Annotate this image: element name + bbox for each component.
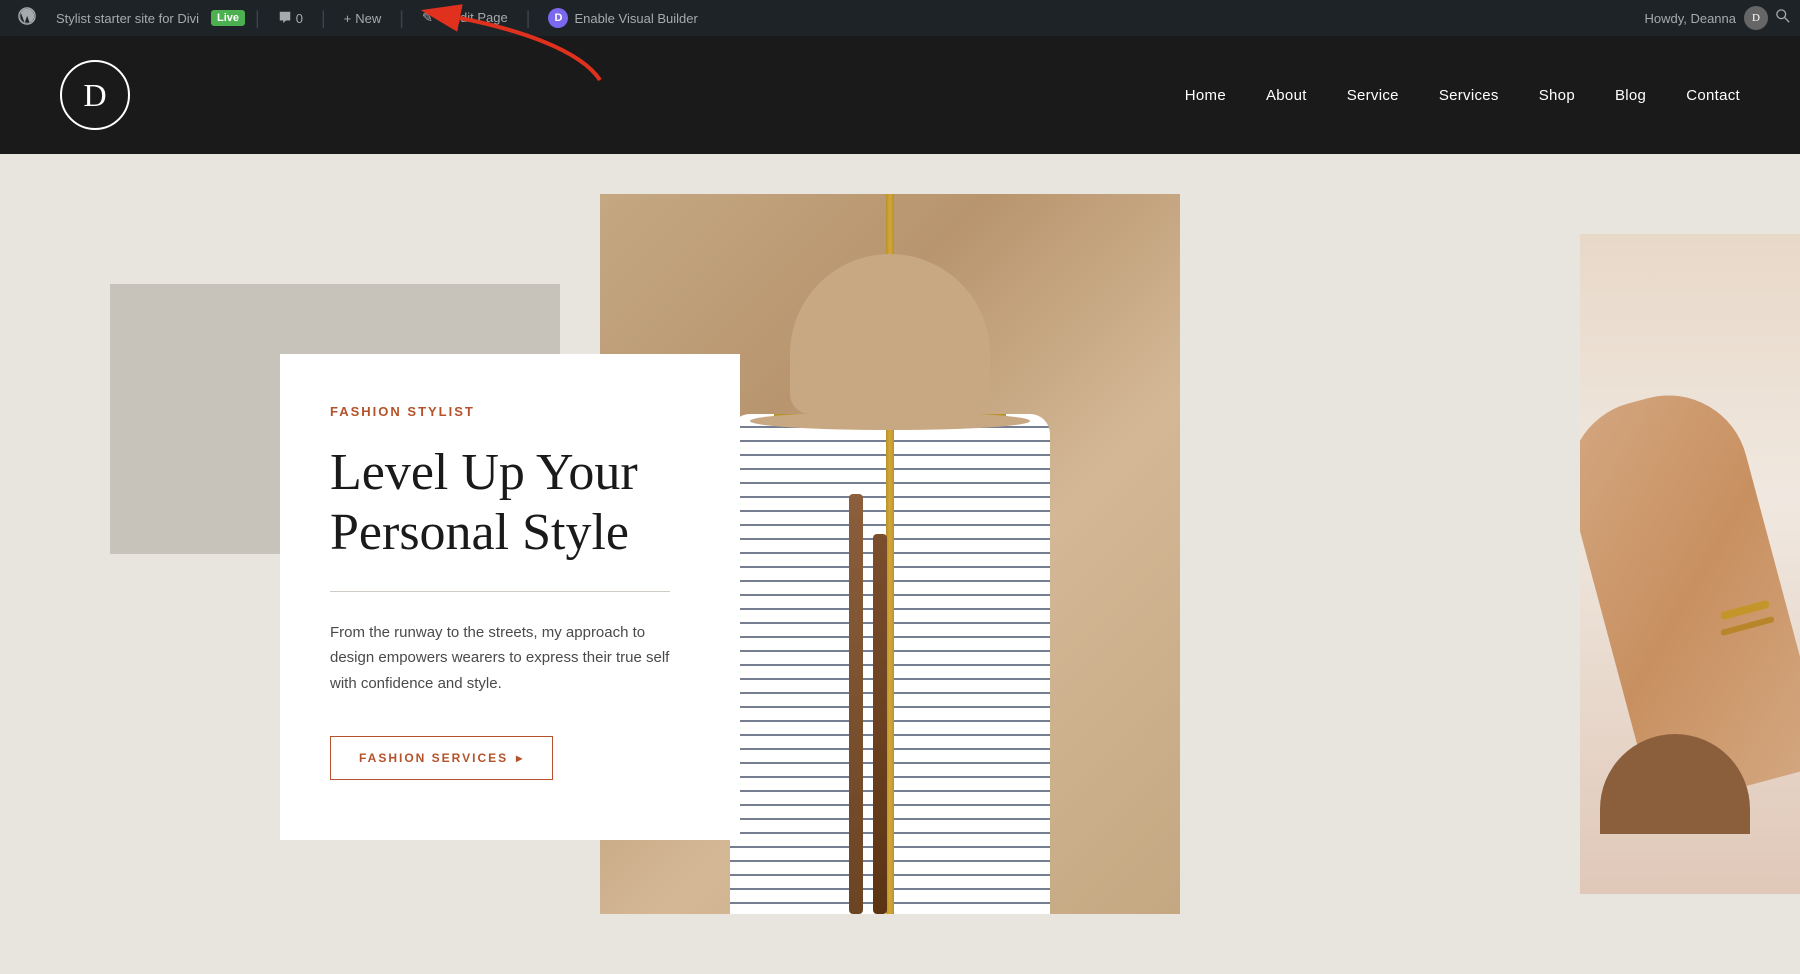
new-button[interactable]: + New <box>336 11 390 26</box>
hero-category: FASHION STYLIST <box>330 404 690 419</box>
hero-description: From the runway to the streets, my appro… <box>330 620 690 697</box>
cta-arrow-icon: ▸ <box>516 751 524 765</box>
search-icon[interactable] <box>1776 9 1790 28</box>
hero-title: Level Up Your Personal Style <box>330 443 690 563</box>
nav-contact[interactable]: Contact <box>1686 87 1740 104</box>
hat-crown <box>790 254 990 414</box>
comments-count: 0 <box>296 11 303 26</box>
admin-bar-right: Howdy, Deanna D <box>1644 6 1790 30</box>
admin-bar-left: Stylist starter site for Divi Live | 0 |… <box>10 7 1644 30</box>
visual-builder-label: Enable Visual Builder <box>574 11 697 26</box>
howdy-text: Howdy, Deanna <box>1644 11 1736 26</box>
nav-service[interactable]: Service <box>1347 87 1399 104</box>
cta-label: FASHION SERVICES <box>359 751 508 765</box>
nav-about[interactable]: About <box>1266 87 1307 104</box>
new-label: New <box>355 11 381 26</box>
main-navigation: Home About Service Services Shop Blog Co… <box>1185 87 1740 104</box>
separator4: | <box>520 8 537 29</box>
edit-page-label: ✎ Edit Page <box>437 10 508 26</box>
wordpress-icon[interactable] <box>10 7 44 30</box>
admin-bar: Stylist starter site for Divi Live | 0 |… <box>0 0 1800 36</box>
pencil-icon: ✎ <box>422 10 433 26</box>
user-avatar[interactable]: D <box>1744 6 1768 30</box>
hat-brim <box>750 412 1030 430</box>
site-logo[interactable]: D <box>60 60 130 130</box>
edit-page-button[interactable]: ✎ ✎ Edit Page <box>414 10 516 26</box>
hero-section: FASHION STYLIST Level Up Your Personal S… <box>0 154 1800 938</box>
nav-blog[interactable]: Blog <box>1615 87 1646 104</box>
separator: | <box>249 8 266 29</box>
hat <box>750 254 1030 430</box>
site-name[interactable]: Stylist starter site for Divi <box>48 11 207 26</box>
logo-letter: D <box>83 77 106 114</box>
comments-link[interactable]: 0 <box>270 10 311 27</box>
separator3: | <box>393 8 410 29</box>
nav-services[interactable]: Services <box>1439 87 1499 104</box>
comment-bubble-icon <box>278 10 292 27</box>
nav-shop[interactable]: Shop <box>1539 87 1575 104</box>
separator2: | <box>315 8 332 29</box>
avatar-initial: D <box>1752 12 1760 24</box>
hero-divider <box>330 591 670 592</box>
hero-card: FASHION STYLIST Level Up Your Personal S… <box>280 354 740 840</box>
plus-icon: + <box>344 11 352 26</box>
live-badge: Live <box>211 10 245 26</box>
site-header: D Home About Service Services Shop Blog … <box>0 36 1800 154</box>
divi-icon: D <box>548 8 568 28</box>
nav-home[interactable]: Home <box>1185 87 1226 104</box>
hero-photo-right <box>1580 234 1800 894</box>
leather-strap <box>849 494 863 914</box>
leather-strap-2 <box>873 534 887 914</box>
fashion-services-button[interactable]: FASHION SERVICES ▸ <box>330 736 553 780</box>
enable-visual-builder-button[interactable]: D Enable Visual Builder <box>540 8 705 28</box>
